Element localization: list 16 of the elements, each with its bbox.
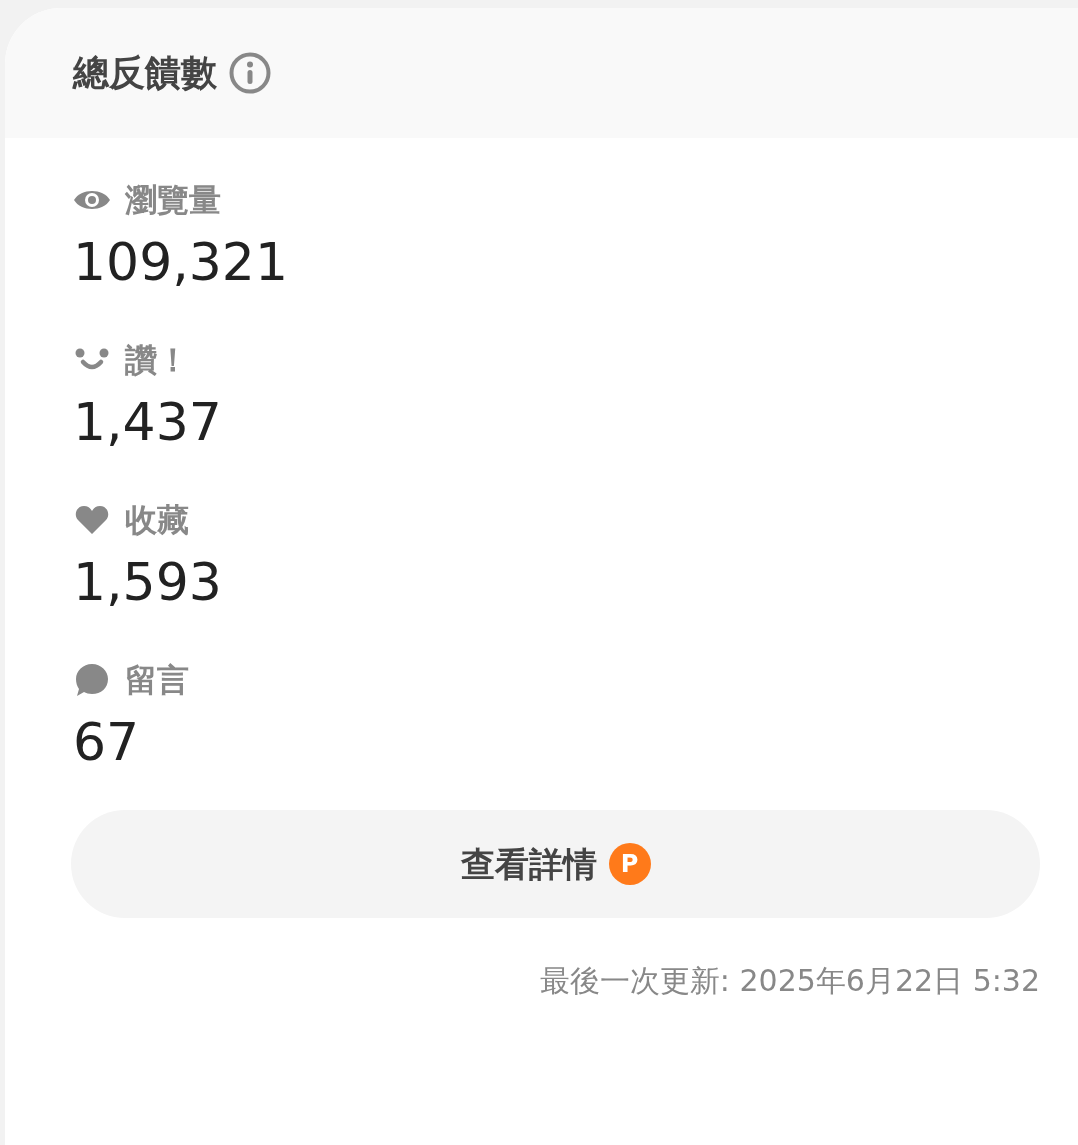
stat-label: 留言	[125, 660, 189, 701]
last-updated-text: 最後一次更新: 2025年6月22日 5:32	[539, 962, 1040, 1000]
card-title: 總反饋數	[73, 51, 217, 95]
stat-value: 1,593	[73, 551, 223, 614]
chat-bubble-icon	[75, 663, 109, 697]
stat-label: 收藏	[125, 500, 189, 541]
stat-value: 1,437	[73, 391, 223, 454]
points-badge: P	[608, 843, 651, 885]
view-details-button[interactable]: 查看詳情 P	[71, 810, 1040, 918]
stat-label: 讚！	[125, 340, 189, 381]
smile-icon	[75, 348, 109, 372]
info-icon[interactable]	[229, 52, 271, 94]
stat-value: 67	[73, 711, 141, 774]
stat-label: 瀏覽量	[125, 180, 221, 221]
stat-value: 109,321	[73, 231, 290, 294]
heart-icon	[75, 505, 109, 535]
